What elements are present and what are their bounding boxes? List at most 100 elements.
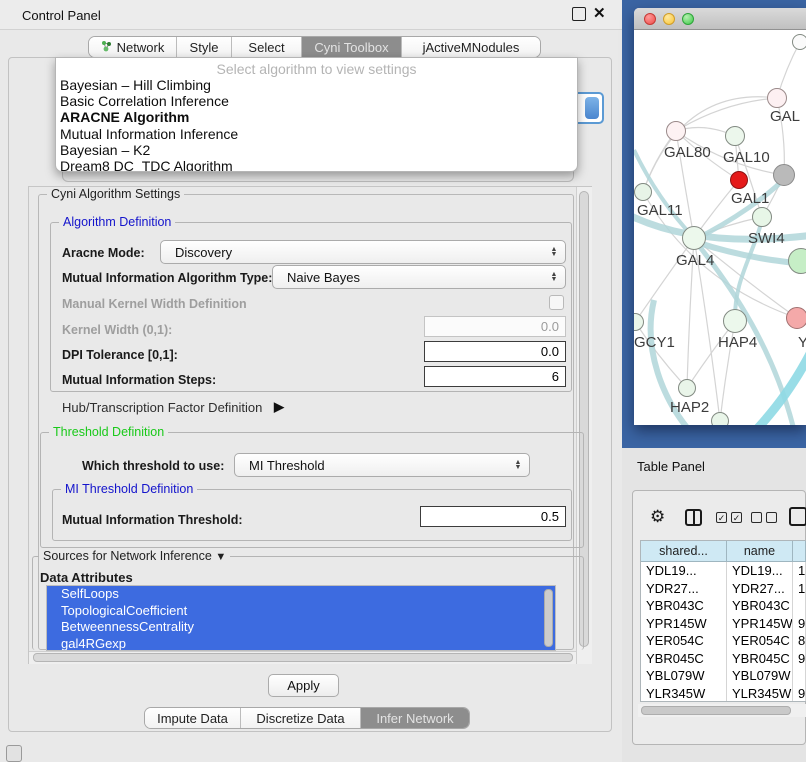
popup-item-bayesian-k2[interactable]: Bayesian – K2 (56, 142, 577, 158)
cell: YDR27... (641, 580, 727, 598)
node-gal-pink[interactable] (767, 88, 787, 108)
zoom-traffic-light-icon[interactable] (682, 13, 694, 25)
popup-item-aracne[interactable]: ARACNE Algorithm (56, 109, 577, 125)
tab-network[interactable]: Network (89, 37, 177, 57)
algorithm-dropdown-popup: Select algorithm to view settings Bayesi… (55, 57, 578, 172)
close-icon[interactable]: ✕ (593, 4, 606, 22)
columns-icon[interactable] (685, 509, 702, 526)
mi-threshold-field[interactable]: 0.5 (420, 506, 566, 527)
cell: YER054C (727, 632, 793, 650)
table-panel-title: Table Panel (637, 459, 705, 474)
tab-impute-data-label: Impute Data (157, 711, 228, 726)
tab-network-label: Network (117, 40, 165, 55)
node-gal10[interactable] (725, 126, 745, 146)
cell: YPR145W (641, 615, 727, 633)
algorithm-combo-placeholder: Select algorithm to view settings (56, 58, 577, 77)
docked-panel-icon[interactable] (6, 745, 22, 762)
tab-impute-data[interactable]: Impute Data (145, 708, 241, 728)
list-item-betweennesscentrality[interactable]: BetweennessCentrality (47, 619, 555, 636)
list-scrollbar-thumb[interactable] (544, 589, 553, 647)
algorithm-definition-title: Algorithm Definition (59, 215, 175, 229)
list-item-topologicalcoefficient[interactable]: TopologicalCoefficient (47, 603, 555, 620)
table-row[interactable]: YDL19...YDL19...13 (641, 562, 806, 580)
table-horizontal-scrollbar-thumb[interactable] (641, 706, 791, 715)
which-threshold-combobox[interactable]: MI Threshold ▲▼ (234, 453, 530, 477)
tab-discretize-data[interactable]: Discretize Data (241, 708, 361, 728)
node-bottom[interactable] (711, 412, 729, 425)
hub-expand-arrow-icon[interactable]: ▶ (274, 399, 284, 415)
new-table-icon[interactable] (789, 507, 806, 526)
column-header-name[interactable]: name (727, 541, 793, 562)
tab-select[interactable]: Select (232, 37, 302, 57)
dpi-tolerance-field[interactable]: 0.0 (424, 341, 566, 362)
node-hap4[interactable] (723, 309, 747, 333)
cell: YBR043C (641, 597, 727, 615)
manual-kernel-checkbox[interactable] (549, 295, 564, 310)
sources-title-text: Sources for Network Inference (43, 549, 212, 563)
which-threshold-value: MI Threshold (235, 458, 511, 473)
node-gray[interactable] (773, 164, 795, 186)
network-canvas[interactable]: GAL GAL80 GAL10 GAL1 GAL11 SWI4 GAL4 GCY… (634, 30, 806, 425)
tab-style[interactable]: Style (177, 37, 232, 57)
list-item-gal4rgexp[interactable]: gal4RGexp (47, 636, 555, 652)
popup-item-basic-correlation[interactable]: Basic Correlation Inference (56, 93, 577, 109)
apply-button[interactable]: Apply (268, 674, 339, 697)
tab-jactivemnodules[interactable]: jActiveMNodules (402, 37, 540, 57)
combobox-stepper-icon (585, 97, 599, 119)
table-row[interactable]: YLR345WYLR345W9. (641, 685, 806, 703)
column-header-shared[interactable]: shared... (641, 541, 727, 562)
select-all-checkbox2-icon[interactable]: ✓ (731, 512, 742, 523)
close-traffic-light-icon[interactable] (644, 13, 656, 25)
cell: 13 (793, 562, 806, 580)
node-salmon[interactable] (786, 307, 806, 329)
node-gal1[interactable] (752, 207, 772, 227)
tab-select-label: Select (248, 40, 284, 55)
mi-steps-field[interactable]: 6 (424, 366, 566, 387)
float-window-icon[interactable] (572, 7, 586, 21)
node-gal11[interactable] (634, 183, 652, 201)
node-red-selected[interactable] (730, 171, 748, 189)
cell: YBR045C (641, 650, 727, 668)
table-row[interactable]: YER054CYER054C8. (641, 632, 806, 650)
which-threshold-label: Which threshold to use: (82, 459, 224, 473)
aracne-mode-combobox[interactable]: Discovery ▲▼ (160, 240, 566, 264)
minimize-traffic-light-icon[interactable] (663, 13, 675, 25)
data-attributes-label: Data Attributes (40, 570, 133, 585)
deselect-all-checkbox2-icon[interactable] (766, 512, 777, 523)
node-label-swi4: SWI4 (748, 230, 785, 247)
settings-horizontal-scrollbar-thumb[interactable] (33, 653, 573, 662)
popup-item-bayesian-hill-climbing[interactable]: Bayesian – Hill Climbing (56, 77, 577, 93)
node-hap2[interactable] (678, 379, 696, 397)
tab-infer-network-label: Infer Network (376, 711, 453, 726)
cyni-algorithm-settings-title: Cyni Algorithm Settings (47, 187, 184, 201)
table-row[interactable]: YPR145WYPR145W9. (641, 615, 806, 633)
gear-icon[interactable]: ⚙ (650, 508, 665, 525)
cell: YDL19... (727, 562, 793, 580)
table-row[interactable]: YDR27...YDR27...12 (641, 580, 806, 598)
list-item-selfloops[interactable]: SelfLoops (47, 586, 555, 603)
cell: YBR043C (727, 597, 793, 615)
node-gal80[interactable] (666, 121, 686, 141)
node-gal4[interactable] (682, 226, 706, 250)
bottom-tabbar: Impute Data Discretize Data Infer Networ… (144, 707, 470, 729)
select-all-checkbox-icon[interactable]: ✓ (716, 512, 727, 523)
column-header-partial[interactable] (793, 541, 806, 562)
popup-item-mutual-information[interactable]: Mutual Information Inference (56, 126, 577, 142)
cell: 9. (793, 685, 806, 703)
table-row[interactable]: YBL079WYBL079W (641, 667, 806, 685)
cell (793, 667, 806, 685)
tab-infer-network[interactable]: Infer Network (361, 708, 469, 728)
tab-cyni-toolbox[interactable]: Cyni Toolbox (302, 37, 402, 57)
hub-definition-label[interactable]: Hub/Transcription Factor Definition (62, 400, 262, 415)
table-row[interactable]: YBR043CYBR043C (641, 597, 806, 615)
node-partial-top[interactable] (792, 34, 806, 50)
mi-type-combobox[interactable]: Naive Bayes ▲▼ (272, 265, 566, 289)
cell: 8. (793, 632, 806, 650)
deselect-all-checkbox-icon[interactable] (751, 512, 762, 523)
kernel-width-field[interactable]: 0.0 (424, 316, 566, 337)
node-label-hap2: HAP2 (670, 399, 709, 416)
table-row[interactable]: YBR045CYBR045C9. (641, 650, 806, 668)
sources-collapse-arrow-icon[interactable]: ▼ (215, 551, 226, 563)
mi-steps-label: Mutual Information Steps: (62, 373, 216, 387)
popup-item-dream8[interactable]: Dream8 DC_TDC Algorithm (56, 158, 577, 172)
